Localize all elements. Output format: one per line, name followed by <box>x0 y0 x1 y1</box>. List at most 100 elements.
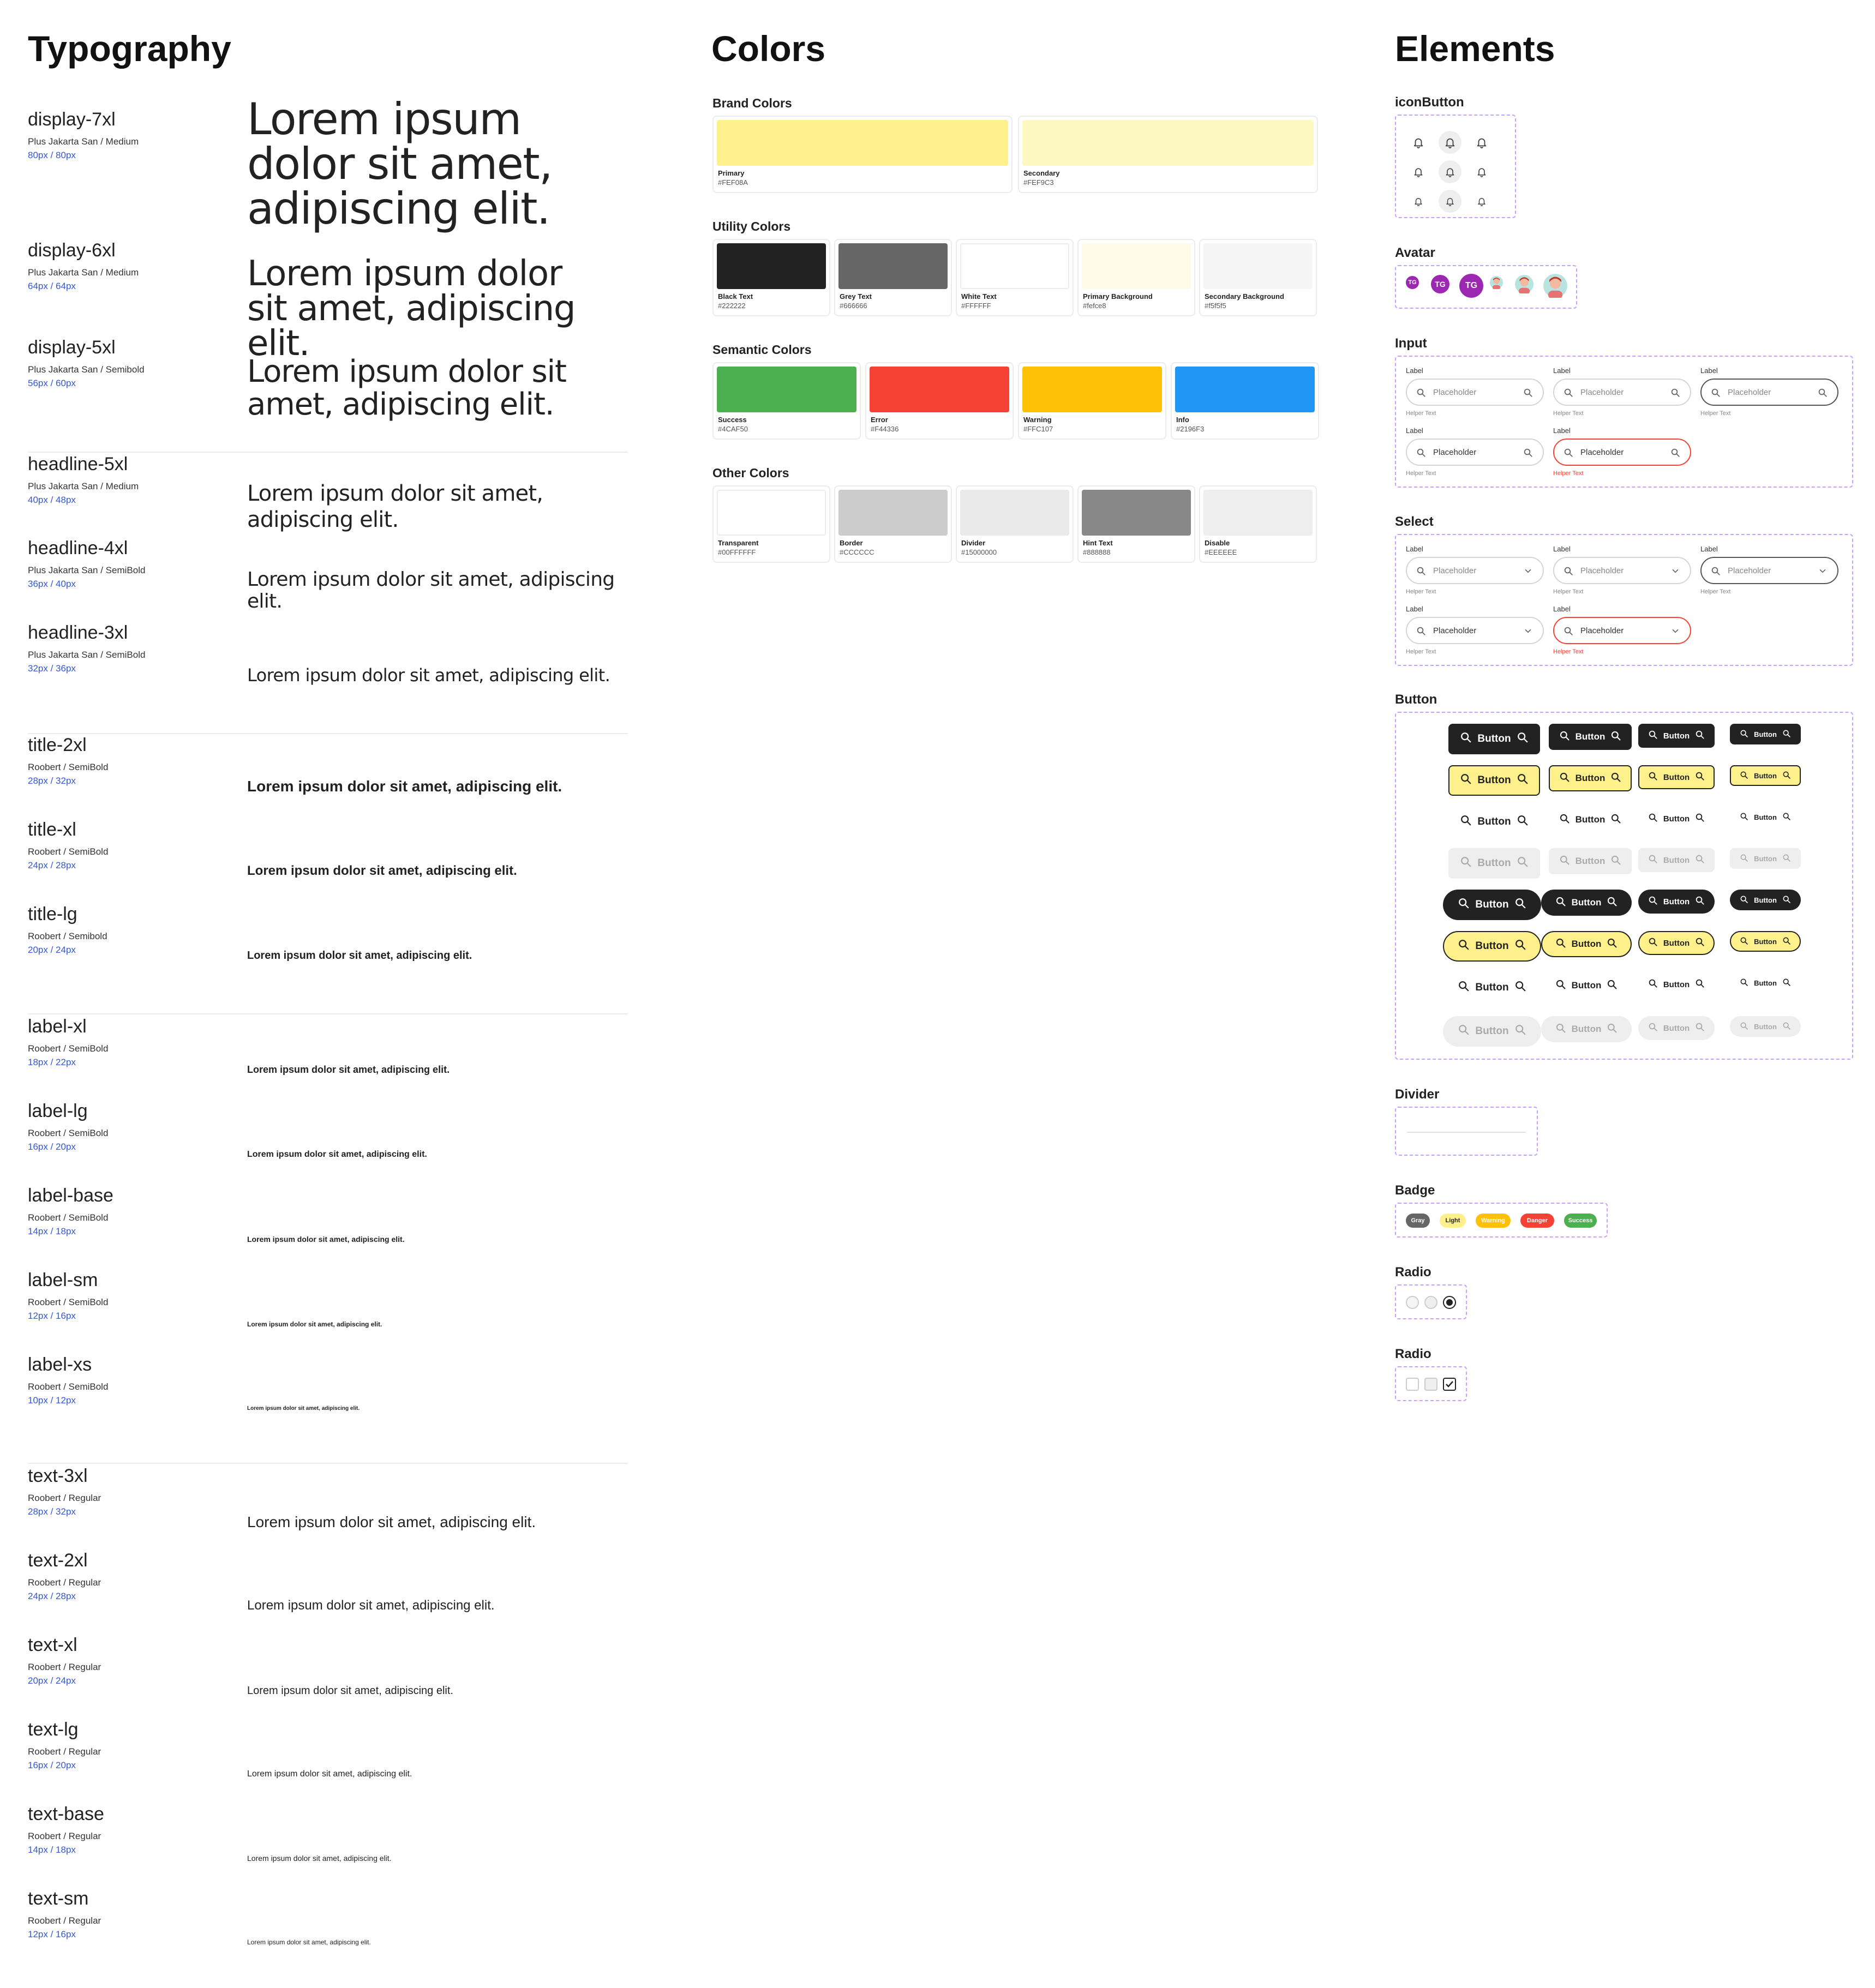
button-plain[interactable]: Button <box>1638 972 1715 996</box>
button-label: Button <box>1663 855 1690 865</box>
search-icon <box>1514 980 1526 995</box>
button-plain[interactable]: Button <box>1730 807 1801 827</box>
button-plain[interactable]: Button <box>1541 972 1632 999</box>
checkbox-disabled[interactable] <box>1424 1378 1437 1391</box>
avatar-photo[interactable] <box>1490 276 1503 289</box>
icon-button-heading: iconButton <box>1395 95 1464 110</box>
avatar[interactable]: TG <box>1406 276 1419 289</box>
button-dark[interactable]: Button <box>1638 724 1715 748</box>
input-box[interactable]: Placeholder <box>1406 439 1544 466</box>
section-divider <box>28 1013 628 1014</box>
button-dark[interactable]: Button <box>1448 724 1540 754</box>
button-yel[interactable]: Button <box>1730 765 1801 786</box>
placeholder-text: Placeholder <box>1433 626 1477 635</box>
button-yel[interactable]: Button <box>1638 931 1715 955</box>
icon-button[interactable] <box>1407 190 1430 213</box>
avatar-photo[interactable] <box>1543 274 1567 298</box>
field-label: Label <box>1406 427 1423 435</box>
icon-button[interactable] <box>1470 131 1493 154</box>
style-name: title-xl <box>28 819 76 840</box>
select-box[interactable]: Placeholder <box>1553 617 1691 644</box>
input-box[interactable]: Placeholder <box>1553 439 1691 466</box>
icon-button[interactable] <box>1439 131 1461 154</box>
button-dis[interactable]: Button <box>1448 848 1540 879</box>
button-dis[interactable]: Button <box>1730 1016 1801 1037</box>
button-dis[interactable]: Button <box>1638 848 1715 872</box>
button-dis[interactable]: Button <box>1549 848 1632 874</box>
button-dark[interactable]: Button <box>1730 724 1801 744</box>
button-label: Button <box>1754 1022 1777 1031</box>
button-label: Button <box>1571 897 1602 908</box>
search-icon <box>1559 813 1570 827</box>
style-size: 18px / 22px <box>28 1057 76 1067</box>
checkbox-checked[interactable] <box>1443 1378 1456 1391</box>
button-yel[interactable]: Button <box>1549 765 1632 791</box>
search-icon <box>1648 771 1658 783</box>
input-box[interactable]: Placeholder <box>1406 379 1544 406</box>
avatar[interactable]: TG <box>1431 275 1449 293</box>
button-plain[interactable]: Button <box>1443 972 1541 1003</box>
button-dis[interactable]: Button <box>1443 1016 1541 1047</box>
button-plain[interactable]: Button <box>1448 807 1540 837</box>
bell-icon <box>1446 198 1454 206</box>
button-label: Button <box>1663 814 1690 824</box>
badge-group: Gray Light Warning Danger Success <box>1395 1203 1608 1238</box>
button-yel[interactable]: Button <box>1443 931 1541 962</box>
button-dark[interactable]: Button <box>1638 890 1715 914</box>
color-hex: #15000000 <box>961 548 997 556</box>
search-icon <box>1416 626 1426 639</box>
icon-button[interactable] <box>1407 160 1430 183</box>
style-sample: Lorem ipsum dolor sit amet, adipiscing e… <box>247 665 610 686</box>
search-icon <box>1564 566 1573 579</box>
color-swatch <box>838 243 948 289</box>
button-plain[interactable]: Button <box>1549 807 1632 833</box>
button-yel[interactable]: Button <box>1448 765 1540 796</box>
color-section-title: Other Colors <box>712 466 789 480</box>
style-size: 14px / 18px <box>28 1845 76 1855</box>
avatar-photo[interactable] <box>1515 275 1533 293</box>
button-yel[interactable]: Button <box>1541 931 1632 957</box>
button-dark[interactable]: Button <box>1549 724 1632 750</box>
search-icon <box>1458 980 1470 995</box>
helper-text: Helper Text <box>1553 470 1584 477</box>
style-name: headline-4xl <box>28 538 128 558</box>
button-plain[interactable]: Button <box>1730 972 1801 993</box>
button-label: Button <box>1571 1024 1602 1034</box>
style-name: text-base <box>28 1804 104 1824</box>
button-dark[interactable]: Button <box>1443 890 1541 920</box>
select-box[interactable]: Placeholder <box>1553 557 1691 584</box>
icon-button[interactable] <box>1470 160 1493 183</box>
input-box[interactable]: Placeholder <box>1700 379 1838 406</box>
avatar[interactable]: TG <box>1459 274 1483 298</box>
input-box[interactable]: Placeholder <box>1553 379 1691 406</box>
button-yel[interactable]: Button <box>1638 765 1715 789</box>
style-font: Roobert / SemiBold <box>28 1297 109 1307</box>
select-box[interactable]: Placeholder <box>1406 557 1544 584</box>
search-icon <box>1517 814 1529 830</box>
icon-button[interactable] <box>1407 131 1430 154</box>
search-icon <box>1740 895 1748 905</box>
button-dis[interactable]: Button <box>1638 1016 1715 1040</box>
checkbox-unchecked[interactable] <box>1406 1378 1419 1391</box>
button-plain[interactable]: Button <box>1638 807 1715 831</box>
button-dark[interactable]: Button <box>1730 890 1801 910</box>
placeholder-text: Placeholder <box>1580 566 1624 575</box>
button-dark[interactable]: Button <box>1541 890 1632 916</box>
divider-heading: Divider <box>1395 1087 1440 1102</box>
style-name: display-5xl <box>28 337 116 358</box>
radio-unchecked[interactable] <box>1406 1296 1419 1309</box>
select-box[interactable]: Placeholder <box>1406 617 1544 644</box>
icon-button[interactable] <box>1470 190 1493 213</box>
select-box[interactable]: Placeholder <box>1700 557 1838 584</box>
button-dis[interactable]: Button <box>1541 1016 1632 1042</box>
button-dis[interactable]: Button <box>1730 848 1801 869</box>
radio-checked[interactable] <box>1443 1296 1456 1309</box>
style-sample: Lorem ipsum dolor sit amet, adipiscing e… <box>247 1406 360 1412</box>
icon-button[interactable] <box>1439 160 1461 183</box>
icon-button[interactable] <box>1439 190 1461 213</box>
input-field: Label Placeholder Helper Text <box>1553 367 1691 421</box>
button-yel[interactable]: Button <box>1730 931 1801 952</box>
chevron-down-icon <box>1818 566 1828 579</box>
radio-disabled[interactable] <box>1424 1296 1437 1309</box>
search-icon <box>1648 854 1658 866</box>
